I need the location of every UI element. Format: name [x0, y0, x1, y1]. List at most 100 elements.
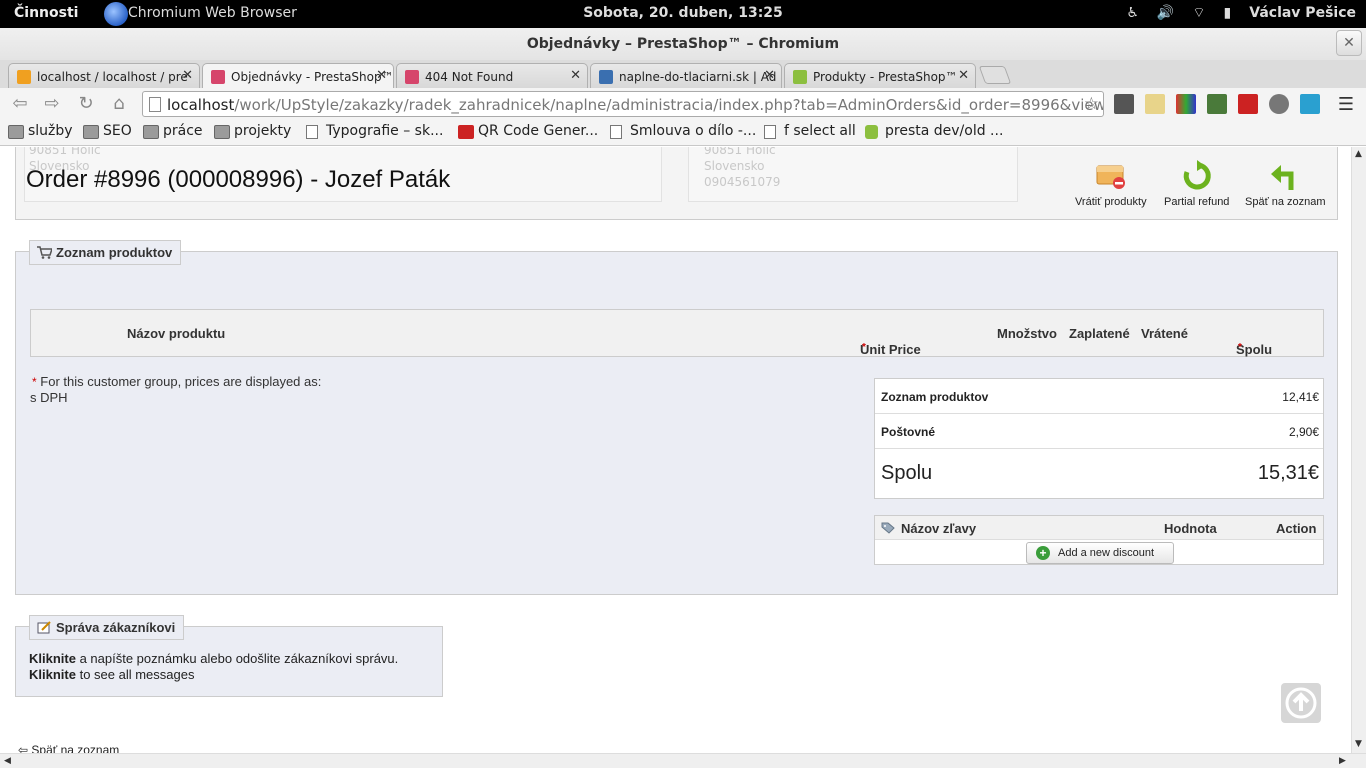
return-arrow-icon [1269, 160, 1301, 192]
tag-icon [881, 522, 895, 534]
back-arrow-icon: ⇦ [18, 743, 32, 753]
extension-wrench-icon[interactable] [1269, 94, 1289, 114]
scroll-left-arrow-icon[interactable]: ◀ [4, 756, 11, 766]
site-favicon-icon [599, 70, 613, 84]
window-titlebar: Objednávky – PrestaShop™ – Chromium ✕ [0, 28, 1366, 60]
order-header: 90851 Holíč Slovensko 90851 Holíč Slovensk… [15, 147, 1338, 220]
bookmark-sluzby[interactable]: služby [8, 123, 73, 139]
extension-td-icon[interactable] [1238, 94, 1258, 114]
browser-toolbar: ⇦ ⇨ ↻ ⌂ localhost/work/UpStyle/zakazky/r… [0, 88, 1366, 120]
page-icon [149, 97, 161, 112]
scroll-up-arrow-icon[interactable]: ▲ [1355, 149, 1362, 159]
tab-close-icon[interactable]: ✕ [764, 68, 775, 83]
tab-phpmyadmin[interactable]: localhost / localhost / pre ✕ [8, 63, 200, 88]
extension-m-icon[interactable] [1114, 94, 1134, 114]
qr-icon [458, 125, 474, 139]
tab-products[interactable]: Produkty - PrestaShop™ ✕ [784, 63, 976, 88]
bookmark-select-all[interactable]: f select all [764, 123, 856, 139]
window-title: Objednávky – PrestaShop™ – Chromium [526, 36, 840, 52]
page-title: Order #8996 (000008996) - Jozef Paták [26, 166, 451, 193]
refresh-icon [1181, 160, 1213, 192]
reload-icon[interactable]: ↻ [74, 92, 98, 116]
tab-label: Produkty - PrestaShop™ [813, 70, 958, 84]
partial-refund-button[interactable]: Partial refund [1164, 160, 1229, 208]
vertical-scrollbar[interactable]: ▲ ▼ [1351, 147, 1366, 753]
products-table-header: Názov produktu Unit Price * Množstvo Zapl… [30, 309, 1324, 357]
col-paid: Zaplatené [1069, 326, 1130, 341]
return-products-button[interactable]: Vrátiť produkty [1075, 160, 1147, 208]
products-fieldset: Zoznam produktov Názov produktu Unit Pri… [15, 240, 1338, 595]
scroll-right-arrow-icon[interactable]: ▶ [1339, 756, 1346, 766]
bookmark-seo[interactable]: SEO [83, 123, 132, 139]
order-totals-table: Zoznam produktov 12,41€ Poštovné 2,90€ S… [874, 378, 1324, 499]
totals-products-row: Zoznam produktov 12,41€ [875, 379, 1323, 414]
cart-icon [37, 246, 54, 259]
extension-mail-icon[interactable] [1300, 94, 1320, 114]
forward-arrow-icon[interactable]: ⇨ [40, 92, 64, 116]
url-path: /work/UpStyle/zakazky/radek_zahradnicek/… [234, 96, 1104, 114]
extension-colorzilla-icon[interactable] [1176, 94, 1196, 114]
horizontal-scrollbar[interactable]: ◀ ▶ [0, 753, 1366, 768]
tab-orders[interactable]: Objednávky - PrestaShop™ ✕ [202, 63, 394, 89]
url-host: localhost [167, 96, 235, 114]
battery-icon[interactable]: ▮ [1224, 5, 1232, 21]
col-returned: Vrátené [1141, 326, 1188, 341]
tab-close-icon[interactable]: ✕ [570, 68, 581, 83]
customer-message-legend: Správa zákazníkovi [29, 615, 185, 640]
prestashop-favicon-icon [793, 70, 807, 84]
discounts-table: Názov zľavy Hodnota Action + Add a new d… [874, 515, 1324, 565]
add-discount-button[interactable]: + Add a new discount [1026, 542, 1174, 564]
window-close-button[interactable]: ✕ [1336, 30, 1362, 56]
scroll-down-arrow-icon[interactable]: ▼ [1355, 739, 1362, 749]
totals-shipping-row: Poštovné 2,90€ [875, 414, 1323, 449]
add-icon: + [1036, 546, 1050, 560]
bookmark-prace[interactable]: práce [143, 123, 203, 139]
tab-label: Objednávky - PrestaShop™ [231, 70, 394, 84]
back-arrow-icon[interactable]: ⇦ [8, 92, 32, 116]
bookmark-presta-dev[interactable]: presta dev/old ... [865, 123, 1003, 139]
wifi-icon[interactable]: ⌔ [1192, 4, 1205, 22]
home-icon[interactable]: ⌂ [107, 92, 131, 116]
shipping-address-ghost: 90851 Holíč Slovensko 0904561079 [704, 147, 781, 189]
tab-close-icon[interactable]: ✕ [958, 68, 969, 83]
bookmark-star-icon[interactable]: ☆ [1084, 94, 1099, 114]
chrome-menu-icon[interactable]: ☰ [1338, 94, 1354, 115]
bookmark-projekty[interactable]: projekty [214, 123, 291, 139]
prestashop-favicon-icon [405, 70, 419, 84]
folder-icon [214, 125, 230, 139]
extension-edit-icon[interactable] [1207, 94, 1227, 114]
scroll-to-top-button[interactable] [1281, 683, 1321, 723]
back-to-list-link[interactable]: ⇦ Späť na zoznam [18, 743, 119, 753]
back-to-list-button[interactable]: Späť na zoznam [1245, 160, 1326, 208]
add-note-link[interactable]: Kliknite [29, 651, 76, 666]
phpmyadmin-favicon-icon [17, 70, 31, 84]
discounts-header: Názov zľavy Hodnota Action [875, 516, 1323, 540]
page-icon [764, 125, 776, 139]
user-menu[interactable]: Václav Pešice [1249, 5, 1356, 21]
tab-naplne[interactable]: naplne-do-tlaciarni.sk | Ad ✕ [590, 63, 782, 88]
address-bar[interactable]: localhost/work/UpStyle/zakazky/radek_zah… [142, 91, 1104, 117]
customer-message-fieldset: Správa zákazníkovi Kliknite a napíšte po… [15, 615, 443, 697]
presta-icon [865, 125, 878, 139]
prestashop-favicon-icon [211, 70, 225, 84]
arrow-up-icon [1285, 687, 1317, 719]
see-all-messages-link[interactable]: Kliknite [29, 667, 76, 682]
note-icon [37, 621, 52, 634]
tab-close-icon[interactable]: ✕ [376, 68, 387, 83]
system-tray: ♿ 🔊 ⌔ ▮ Václav Pešice [1126, 4, 1356, 22]
tab-close-icon[interactable]: ✕ [182, 68, 193, 83]
new-tab-button[interactable] [978, 66, 1012, 84]
price-display-note: * For this customer group, prices are di… [30, 374, 322, 405]
bookmark-typografie[interactable]: Typografie – sk... [306, 123, 443, 139]
system-top-bar: Činnosti Chromium Web Browser Sobota, 20… [0, 0, 1366, 28]
bookmark-qr-code[interactable]: QR Code Gener... [458, 123, 598, 139]
tab-404[interactable]: 404 Not Found ✕ [396, 63, 588, 88]
totals-grand-total-row: Spolu 15,31€ [881, 462, 1319, 484]
box-return-icon [1095, 160, 1127, 192]
accessibility-icon[interactable]: ♿ [1126, 5, 1139, 21]
folder-icon [143, 125, 159, 139]
volume-icon[interactable]: 🔊 [1157, 5, 1174, 21]
bookmark-smlouva[interactable]: Smlouva o dílo -... [610, 123, 756, 139]
extension-notes-icon[interactable] [1145, 94, 1165, 114]
customer-message-text: Kliknite a napíšte poznámku alebo odošli… [29, 651, 399, 682]
